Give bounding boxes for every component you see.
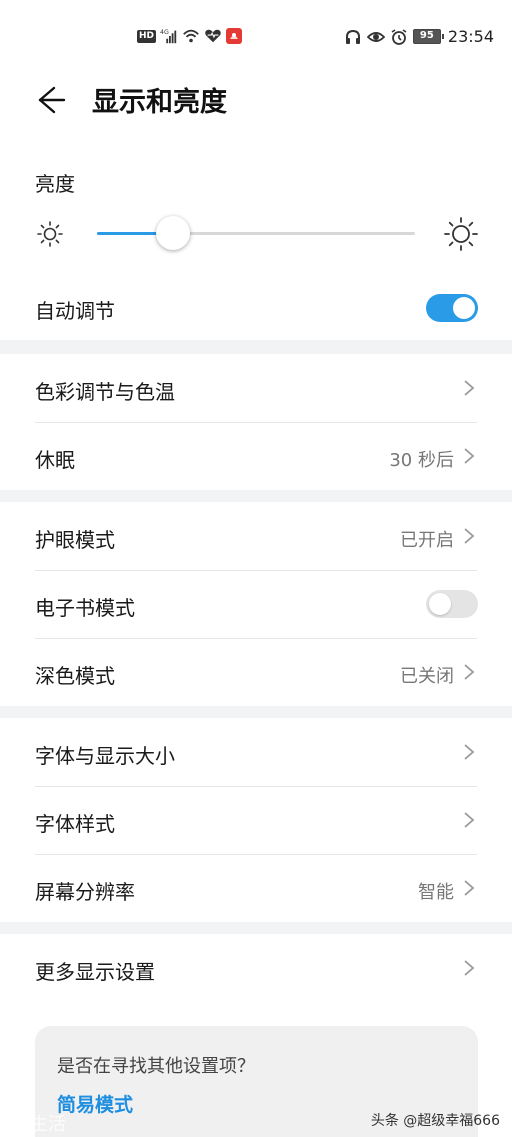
ebook-mode-label: 电子书模式 bbox=[35, 596, 135, 620]
ebook-mode-toggle[interactable] bbox=[426, 590, 478, 618]
alarm-icon bbox=[390, 28, 408, 46]
display-brightness-screen: HD 4G 95 23:54 显示和亮度 亮度 自动调节 色彩调节与色温 休眠 … bbox=[0, 0, 512, 1137]
chevron-right-icon bbox=[464, 960, 475, 976]
toggle-knob bbox=[429, 593, 451, 615]
sun-large-icon bbox=[443, 216, 479, 252]
signal-icon: 4G bbox=[160, 27, 178, 45]
chevron-right-icon bbox=[464, 380, 475, 396]
app-header: 显示和亮度 bbox=[0, 60, 512, 140]
simple-mode-link[interactable]: 简易模式 bbox=[57, 1090, 133, 1117]
status-left: HD 4G bbox=[137, 27, 243, 45]
status-bar: HD 4G 95 23:54 bbox=[0, 0, 512, 60]
watermark-right: 头条 @超级幸福666 bbox=[370, 1113, 500, 1129]
screen-resolution-value: 智能 bbox=[418, 882, 454, 903]
auto-brightness-label: 自动调节 bbox=[35, 299, 115, 323]
sleep-label: 休眠 bbox=[35, 448, 75, 472]
chevron-right-icon bbox=[464, 448, 475, 464]
list-item-more-display[interactable]: 更多显示设置 bbox=[0, 934, 512, 1002]
brightness-label: 亮度 bbox=[35, 172, 75, 196]
back-button[interactable] bbox=[30, 82, 70, 118]
color-temperature-label: 色彩调节与色温 bbox=[35, 380, 175, 404]
list-item-sleep[interactable]: 休眠 30 秒后 bbox=[0, 422, 512, 490]
dark-mode-value: 已关闭 bbox=[400, 666, 454, 687]
status-right: 95 23:54 bbox=[344, 27, 494, 46]
eye-comfort-label: 护眼模式 bbox=[35, 528, 115, 552]
suggestion-question: 是否在寻找其他设置项？ bbox=[57, 1056, 255, 1077]
headphones-icon bbox=[344, 28, 362, 46]
app-notification-icon bbox=[226, 28, 243, 44]
list-item-font-style[interactable]: 字体样式 bbox=[0, 786, 512, 854]
network-type: 4G bbox=[160, 29, 169, 36]
list-item-color-temperature[interactable]: 色彩调节与色温 bbox=[0, 354, 512, 422]
list-item-font-size[interactable]: 字体与显示大小 bbox=[0, 718, 512, 786]
health-heart-icon bbox=[204, 27, 222, 45]
chevron-right-icon bbox=[464, 664, 475, 680]
back-arrow-icon bbox=[38, 86, 66, 114]
brightness-card: 亮度 自动调节 bbox=[0, 140, 512, 340]
wifi-icon bbox=[182, 27, 200, 45]
chevron-right-icon bbox=[464, 528, 475, 544]
list-item-ebook-mode: 电子书模式 bbox=[0, 570, 512, 638]
screen-resolution-label: 屏幕分辨率 bbox=[35, 880, 135, 904]
modes-card: 护眼模式 已开启 电子书模式 深色模式 已关闭 bbox=[0, 502, 512, 706]
dark-mode-label: 深色模式 bbox=[35, 664, 115, 688]
auto-brightness-toggle[interactable] bbox=[426, 294, 478, 322]
font-size-label: 字体与显示大小 bbox=[35, 744, 175, 768]
chevron-right-icon bbox=[464, 744, 475, 760]
color-sleep-card: 色彩调节与色温 休眠 30 秒后 bbox=[0, 354, 512, 490]
battery-icon: 95 bbox=[412, 29, 444, 44]
brightness-slider-thumb[interactable] bbox=[156, 216, 191, 250]
list-item-dark-mode[interactable]: 深色模式 已关闭 bbox=[0, 638, 512, 706]
more-display-label: 更多显示设置 bbox=[35, 960, 155, 984]
chevron-right-icon bbox=[464, 880, 475, 896]
list-item-screen-resolution[interactable]: 屏幕分辨率 智能 bbox=[0, 854, 512, 922]
sun-small-icon bbox=[36, 220, 64, 248]
list-item-eye-comfort[interactable]: 护眼模式 已开启 bbox=[0, 502, 512, 570]
page-title: 显示和亮度 bbox=[92, 87, 227, 118]
chevron-right-icon bbox=[464, 812, 475, 828]
toggle-knob bbox=[453, 297, 475, 319]
sleep-value: 30 秒后 bbox=[389, 450, 454, 471]
eye-comfort-value: 已开启 bbox=[400, 530, 454, 551]
status-clock: 23:54 bbox=[447, 27, 494, 46]
font-card: 字体与显示大小 字体样式 屏幕分辨率 智能 bbox=[0, 718, 512, 922]
more-card: 更多显示设置 是否在寻找其他设置项？ 简易模式 bbox=[0, 934, 512, 1137]
brightness-slider[interactable] bbox=[97, 216, 415, 250]
hd-badge: HD bbox=[137, 29, 157, 43]
font-style-label: 字体样式 bbox=[35, 812, 115, 836]
watermark-left: 生活 bbox=[30, 1114, 66, 1135]
eye-icon bbox=[366, 28, 385, 46]
